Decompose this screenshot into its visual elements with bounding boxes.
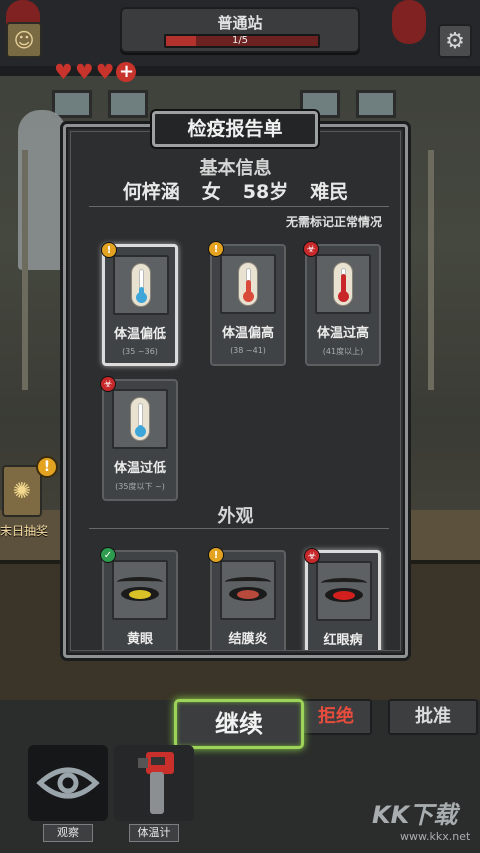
symptom-label: 体温偏高 [221, 326, 274, 341]
symptom-card-image [315, 254, 371, 314]
symptom-card-image [316, 561, 372, 621]
add-friend-button[interactable]: ☺ [6, 22, 42, 58]
thermometer-tool-button[interactable] [114, 745, 194, 821]
symptom-card-image [220, 560, 276, 620]
approve-button[interactable]: 批准 [388, 699, 478, 735]
eye-icon [115, 577, 165, 603]
warning-badge-icon: ! [208, 241, 224, 257]
heart-icon: ♥ [74, 60, 94, 84]
lottery-label: 末日抽奖 [0, 524, 49, 538]
station-header: 普通站 1/5 [120, 7, 360, 53]
reject-button[interactable]: 拒绝 [300, 699, 372, 735]
observe-tool-button[interactable] [28, 745, 108, 821]
thermometer-icon [333, 262, 353, 306]
continue-button[interactable]: 继续 [174, 699, 304, 749]
train-window [356, 90, 396, 118]
person-identity: 难民 [310, 181, 349, 203]
symptom-label: 体温过低 [113, 461, 166, 476]
symptom-card-image [113, 255, 169, 315]
symptom-range: (35度以下 ~) [115, 482, 165, 491]
queue-pole [428, 150, 434, 390]
train-window [108, 90, 148, 118]
settings-button[interactable]: ⚙ [438, 24, 472, 58]
quarantine-report-panel: 检疫报告单 基本信息 何梓涵 女 58岁 难民 无需标记正常情况 ! 体温偏低 … [63, 111, 408, 658]
symptom-card-temp-very-low[interactable]: ☣ 体温过低 (35度以下 ~) [100, 376, 178, 501]
thermometer-icon [130, 397, 150, 441]
symptom-label: 体温偏低 [113, 327, 166, 342]
eye-icon [319, 578, 369, 604]
panel-title: 检疫报告单 [152, 111, 318, 147]
biohazard-badge-icon: ☣ [100, 376, 116, 392]
person-name: 何梓涵 [122, 181, 180, 203]
queue-pole [22, 150, 28, 390]
biohazard-badge-icon: ☣ [304, 548, 320, 564]
train-window [52, 90, 92, 118]
symptom-label: 结膜炎 [228, 632, 268, 647]
thermometer-icon [131, 263, 151, 307]
observe-tool-label: 观察 [43, 824, 93, 842]
eye-icon [36, 767, 100, 799]
symptom-card-image [220, 254, 276, 314]
heart-icon: ♥ [95, 60, 115, 84]
divider [89, 206, 389, 207]
thermometer-gun-icon [138, 752, 174, 814]
symptom-card-image [112, 389, 168, 449]
symptom-label: 体温过高 [316, 326, 369, 341]
eye-icon [223, 577, 273, 603]
symptom-card-temp-low[interactable]: ! 体温偏低 (35 ~36) [101, 242, 178, 366]
station-name: 普通站 [217, 14, 263, 32]
divider [89, 528, 389, 529]
user-add-icon: ☺ [13, 28, 35, 52]
appearance-title: 外观 [217, 506, 254, 527]
wheel-icon: ✺ [12, 478, 32, 504]
symptom-range: (38 ~41) [230, 346, 266, 355]
instruction-note: 无需标记正常情况 [285, 215, 382, 229]
symptom-card-image [112, 560, 168, 620]
health-hearts: ♥ ♥ ♥ + [54, 60, 137, 84]
symptom-card-red-eye[interactable]: ☣ 红眼病 [304, 548, 381, 650]
check-badge-icon: ✓ [100, 547, 116, 563]
gear-icon: ⚙ [445, 28, 465, 54]
biohazard-badge-icon: ☣ [303, 241, 319, 257]
person-info-row: 何梓涵 女 58岁 难民 [71, 177, 400, 204]
warning-badge-icon: ! [101, 242, 117, 258]
symptom-card-temp-very-high[interactable]: ☣ 体温过高 (41度以上) [303, 241, 381, 366]
watermark-logo: KK下载 [372, 801, 458, 829]
symptom-card-conjunctivitis[interactable]: ! 结膜炎 [208, 547, 286, 650]
red-lantern-decoration [392, 0, 426, 44]
lottery-alert-badge: ! [36, 456, 58, 478]
symptom-range: (35 ~36) [122, 347, 158, 356]
symptom-card-temp-high[interactable]: ! 体温偏高 (38 ~41) [208, 241, 286, 366]
add-heart-icon[interactable]: + [116, 62, 137, 82]
person-age: 58岁 [242, 181, 289, 203]
panel-body: 基本信息 何梓涵 女 58岁 难民 无需标记正常情况 ! 体温偏低 (35 ~3… [70, 131, 401, 651]
symptom-label: 黄眼 [126, 632, 153, 647]
thermometer-icon [238, 262, 258, 306]
symptom-card-yellow-eye[interactable]: ✓ 黄眼 [100, 547, 178, 650]
symptom-range: (41度以上) [322, 347, 364, 356]
station-progress-text: 1/5 [231, 35, 249, 46]
lottery-button[interactable]: ✺ [2, 465, 42, 517]
watermark-url: www.kkx.net [400, 830, 471, 843]
symptom-label: 红眼病 [323, 633, 363, 648]
heart-icon: ♥ [54, 60, 73, 84]
thermometer-tool-label: 体温计 [129, 824, 179, 842]
person-gender: 女 [201, 181, 221, 203]
warning-badge-icon: ! [208, 547, 224, 563]
